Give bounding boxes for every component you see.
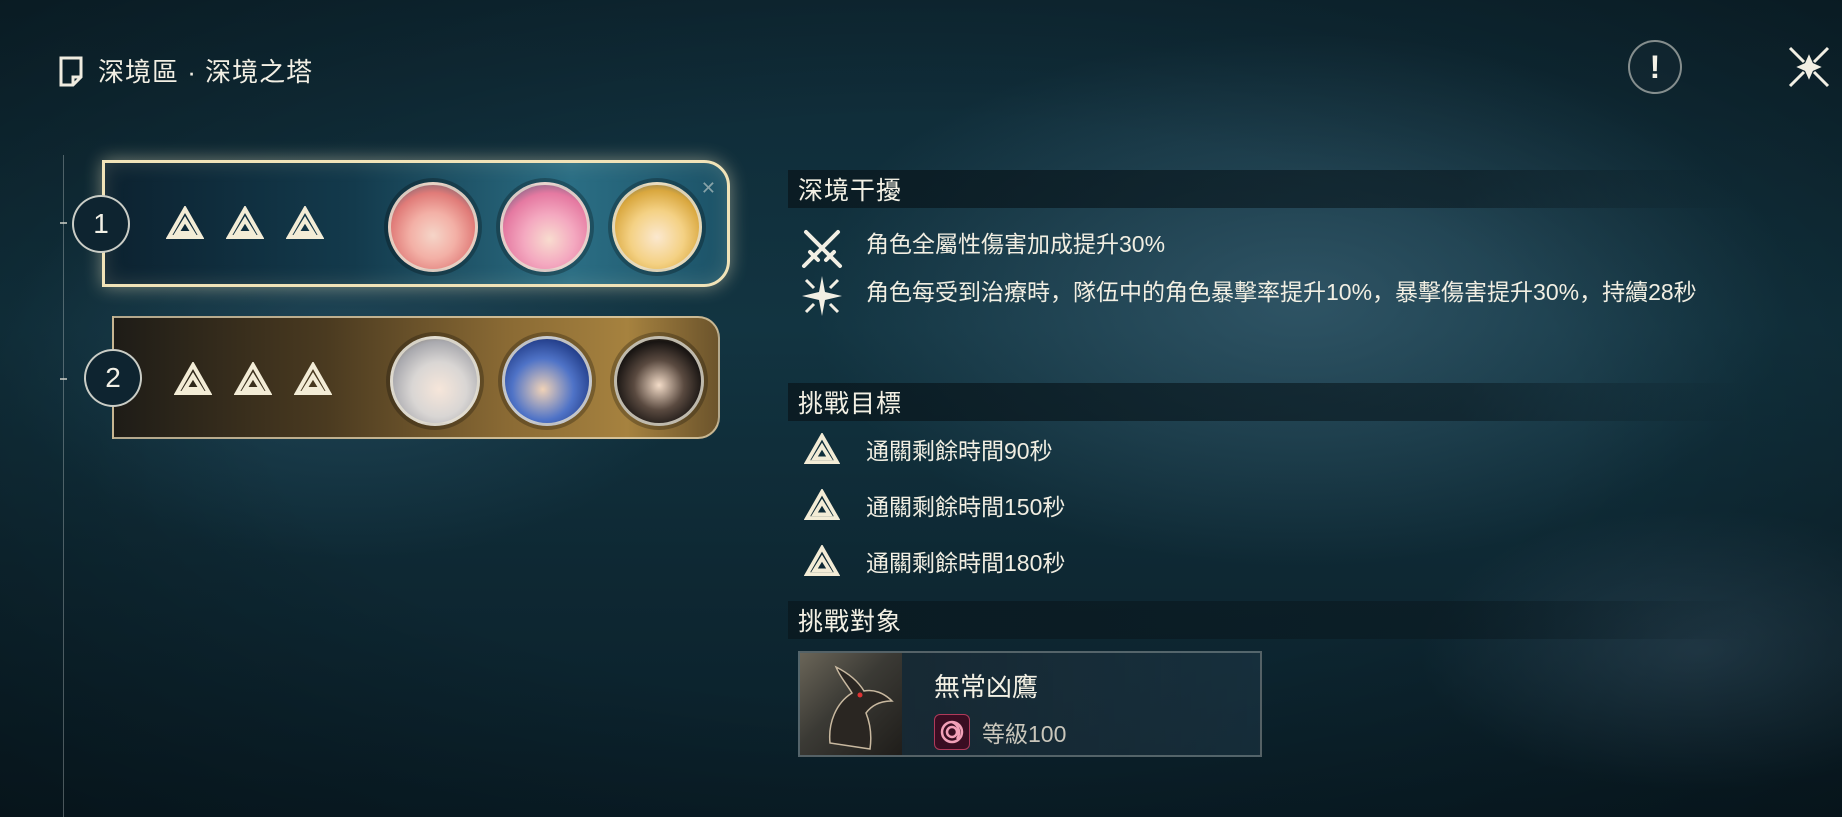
interference-section: 深境干擾 角色全屬性傷害加成提升30% 角色每受到治療時，隊伍中的角色暴擊率提升… (788, 170, 1748, 318)
burst-star-icon (802, 276, 842, 316)
goal-text: 通關剩餘時間180秒 (866, 550, 1066, 576)
team-card-1[interactable]: 1 ✕ (72, 160, 730, 287)
rank-triangle-icon (804, 489, 840, 521)
enemy-name: 無常凶鷹 (934, 672, 1039, 702)
info-button[interactable]: ! (1628, 40, 1682, 94)
team-avatars (388, 182, 702, 272)
team-number-badge: 1 (72, 195, 130, 253)
timeline-tick (60, 222, 67, 224)
timeline-tick (60, 378, 67, 380)
character-avatar[interactable] (502, 336, 592, 426)
team-number-badge: 2 (84, 349, 142, 407)
enemy-portrait (800, 653, 902, 755)
character-avatar[interactable] (500, 182, 590, 272)
crossed-swords-icon (802, 230, 842, 268)
top-bar: 深境區 · 深境之塔 (58, 52, 313, 89)
goals-header: 挑戰目標 (788, 383, 1748, 421)
rank-triangle-icon (804, 545, 840, 577)
rank-triangle-icon (174, 362, 212, 395)
page-icon (59, 56, 83, 86)
target-section: 挑戰對象 無常凶鷹 等級100 (788, 601, 1748, 757)
rank-triangle-icon (226, 206, 264, 239)
exclamation-icon: ! (1649, 48, 1661, 85)
goal-text: 通關剩餘時間90秒 (866, 438, 1053, 464)
rank-triangle-icon (804, 433, 840, 465)
goal-row: 通關剩餘時間150秒 (788, 477, 1748, 533)
corner-mark-icon: ✕ (700, 178, 716, 198)
interference-header: 深境干擾 (788, 170, 1748, 208)
goal-row: 通關剩餘時間90秒 (788, 421, 1748, 477)
character-avatar[interactable] (612, 182, 702, 272)
goals-section: 挑戰目標 通關剩餘時間90秒 通關剩餘時間150秒 通關剩餘時間180秒 (788, 383, 1748, 589)
character-avatar[interactable] (390, 336, 480, 426)
team-avatars (390, 336, 704, 426)
close-button[interactable] (1782, 40, 1836, 94)
enemy-card[interactable]: 無常凶鷹 等級100 (798, 651, 1262, 757)
havoc-element-icon (934, 714, 970, 750)
rank-triangle-icon (286, 206, 324, 239)
rank-triangle-icon (294, 362, 332, 395)
rank-triangle-icon (166, 206, 204, 239)
goal-row: 通關剩餘時間180秒 (788, 533, 1748, 589)
buff-text: 角色每受到治療時，隊伍中的角色暴擊率提升10%，暴擊傷害提升30%，持續28秒 (866, 279, 1697, 305)
rank-triangle-icon (234, 362, 272, 395)
enemy-level-row: 等級100 (934, 714, 1066, 750)
team-rank-stars (174, 362, 332, 396)
goal-text: 通關剩餘時間150秒 (866, 494, 1066, 520)
enemy-level: 等級100 (982, 721, 1067, 747)
character-avatar[interactable] (614, 336, 704, 426)
character-avatar[interactable] (388, 182, 478, 272)
buff-row: 角色全屬性傷害加成提升30% (788, 226, 1748, 270)
bird-silhouette-icon (828, 665, 894, 750)
enemy-info: 無常凶鷹 等級100 (902, 653, 1066, 755)
buff-row: 角色每受到治療時，隊伍中的角色暴擊率提升10%，暴擊傷害提升30%，持續28秒 (788, 274, 1748, 318)
buff-text: 角色全屬性傷害加成提升30% (866, 231, 1166, 257)
team-timeline (63, 155, 64, 817)
team-card-2[interactable]: 2 (84, 316, 720, 439)
breadcrumb: 深境區 · 深境之塔 (98, 57, 314, 87)
target-header: 挑戰對象 (788, 601, 1748, 639)
team-rank-stars (166, 206, 324, 240)
